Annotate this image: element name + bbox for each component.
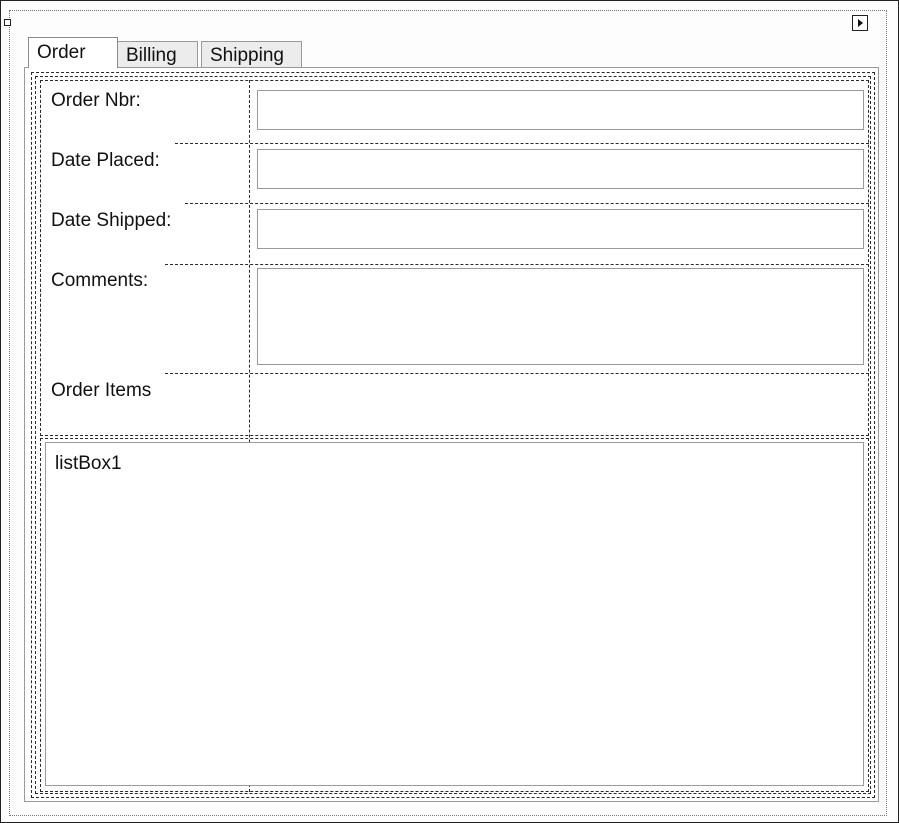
order-nbr-label: Order Nbr: xyxy=(51,90,143,112)
date-placed-field[interactable] xyxy=(257,149,864,189)
tab-order-label: Order xyxy=(37,42,86,63)
order-nbr-field[interactable] xyxy=(257,90,864,130)
tab-page-order: Order Nbr: Date Placed: Date Shipped: Co… xyxy=(24,67,879,802)
row-divider-4 xyxy=(165,373,869,374)
row-divider-3 xyxy=(165,264,869,265)
tab-billing-label: Billing xyxy=(126,45,177,66)
designer-window: Order Billing Shipping Order Nbr: Date P… xyxy=(0,0,899,823)
comments-field[interactable] xyxy=(257,268,864,365)
tab-shipping-label: Shipping xyxy=(210,45,284,66)
resize-handle-icon[interactable] xyxy=(4,19,11,26)
order-items-listbox[interactable]: listBox1 xyxy=(45,442,864,786)
listbox-name: listBox1 xyxy=(55,453,122,474)
tab-order[interactable]: Order xyxy=(28,37,118,68)
row-divider-1 xyxy=(175,143,869,144)
tab-billing[interactable]: Billing xyxy=(117,41,198,68)
comments-label: Comments: xyxy=(51,270,151,292)
smart-tag-arrow-icon[interactable] xyxy=(852,15,868,31)
tab-shipping[interactable]: Shipping xyxy=(201,41,302,68)
order-items-label: Order Items xyxy=(51,380,154,402)
row-divider-2 xyxy=(185,203,869,204)
fields-table-layout xyxy=(40,80,869,436)
label-column-left-border xyxy=(40,80,41,436)
date-placed-label: Date Placed: xyxy=(51,150,162,172)
date-shipped-field[interactable] xyxy=(257,209,864,249)
date-shipped-label: Date Shipped: xyxy=(51,210,174,232)
